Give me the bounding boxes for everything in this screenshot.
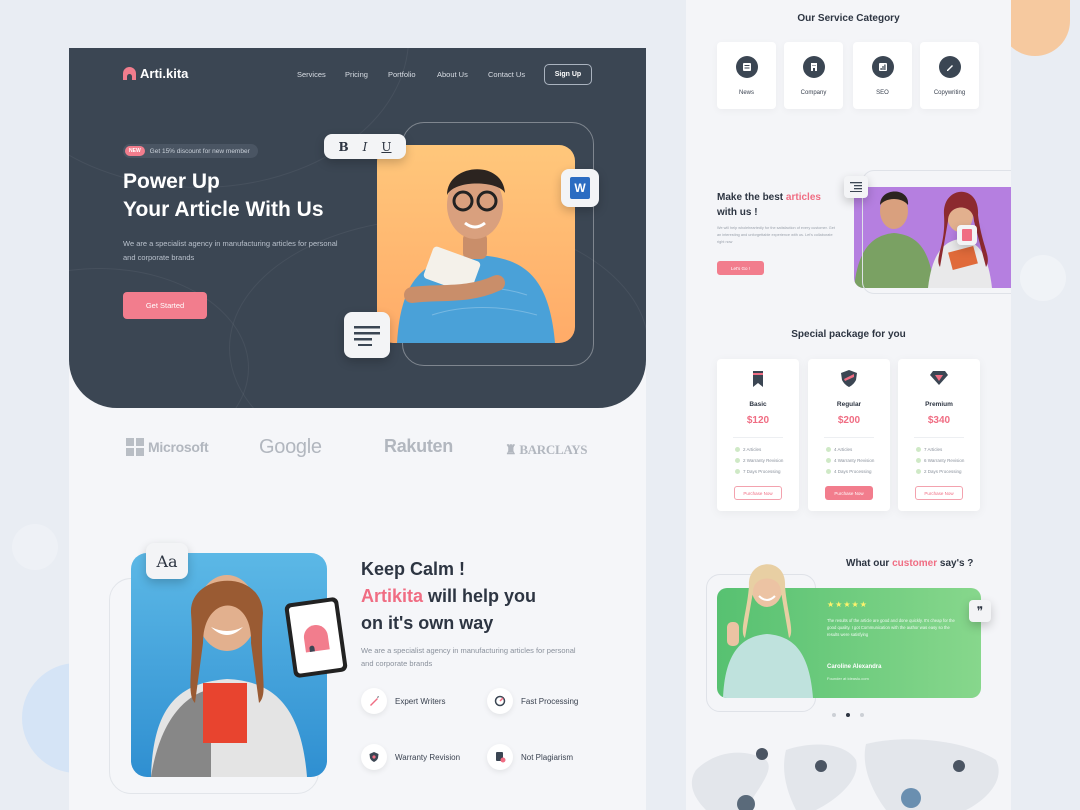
new-tag: NEW (125, 146, 145, 156)
bg-light-circle (12, 524, 58, 570)
testimonial-quote: The results of the article are good and … (827, 618, 955, 637)
brand-highlight: Artikita (361, 586, 424, 606)
nav-about-us[interactable]: About Us (437, 70, 468, 79)
text-align-icon (844, 176, 868, 198)
document-check-icon (487, 744, 513, 770)
customer-photo (717, 552, 817, 698)
feature-expert-writers: Expert Writers (361, 688, 446, 714)
nav-portfolio[interactable]: Portfolio (388, 70, 416, 79)
italic-button[interactable]: I (363, 140, 368, 154)
microsoft-logo-icon (126, 438, 144, 456)
purchase-basic-button[interactable]: Purchase Now (734, 486, 782, 500)
get-started-button[interactable]: Get Started (123, 292, 207, 319)
eagle-icon: ♜ (505, 442, 520, 457)
carousel-dot-2[interactable] (846, 713, 850, 717)
rating-stars: ★★★★★ (827, 600, 868, 609)
tablet-device (284, 596, 348, 679)
category-card-seo[interactable]: SEO (853, 42, 912, 109)
bg-ring (1020, 255, 1066, 301)
building-icon (802, 56, 825, 78)
testimonial-heading: What our customer say's ? (846, 558, 974, 569)
lets-go-button[interactable]: Let's Go ! (717, 261, 764, 275)
brand-rakuten: Rakuten (384, 436, 453, 456)
mobile-sections-artboard: Our Service Category News Company SEO Co… (686, 0, 1011, 810)
bookmark-icon (753, 371, 763, 387)
purchase-premium-button[interactable]: Purchase Now (915, 486, 963, 500)
package-card-regular: Regular $200 4 Articles 4 Warranty Revis… (808, 359, 890, 511)
pdf-file-icon (957, 225, 977, 245)
package-card-basic: Basic $120 2 Articles 2 Warranty Revisio… (717, 359, 799, 511)
purchase-regular-button[interactable]: Purchase Now (825, 486, 873, 500)
bold-button[interactable]: B (338, 140, 348, 154)
hero-title-line-1: Power Up (123, 170, 220, 193)
shield-icon (361, 744, 387, 770)
hero-decor-line (69, 48, 409, 188)
promo-badge: NEW Get 15% discount for new member (123, 144, 258, 158)
brand-microsoft: Microsoft (126, 438, 209, 456)
category-card-company[interactable]: Company (784, 42, 843, 109)
brand-logo[interactable]: Arti.kita (123, 66, 188, 81)
nav-services[interactable]: Services (297, 70, 326, 79)
hero-photo (377, 145, 575, 343)
word-doc-icon: W (561, 169, 599, 207)
diamond-icon (930, 371, 948, 385)
hero-description: We are a specialist agency in manufactur… (123, 239, 338, 262)
customer-name: Caroline Alexandra (827, 664, 882, 670)
landing-page-artboard: Arti.kita Services Pricing Portfolio Abo… (69, 48, 646, 810)
app-logo-icon (302, 622, 330, 653)
paragraph-icon (344, 312, 390, 358)
customer-role: Founder at ideaslu.com (827, 676, 869, 681)
keep-calm-heading: Keep Calm ! Artikita will help you on it… (361, 559, 537, 633)
man-writing-illustration (397, 169, 555, 343)
carousel-dot-3[interactable] (860, 713, 864, 717)
logo-mark-icon (123, 67, 136, 80)
hero-title-line-2: Your Article With Us (123, 198, 324, 221)
keep-calm-description: We are a specialist agency in manufactur… (361, 646, 576, 668)
pen-icon (361, 688, 387, 714)
service-category-title: Our Service Category (797, 13, 900, 24)
carousel-dots (832, 713, 864, 717)
brand-google: Google (259, 436, 322, 458)
nav-contact-us[interactable]: Contact Us (488, 70, 525, 79)
nav-pricing[interactable]: Pricing (345, 70, 368, 79)
feature-warranty-revision: Warranty Revision (361, 744, 460, 770)
make-best-heading: Make the best articles with us ! (717, 192, 821, 218)
feature-not-plagiarism: Not Plagiarism (487, 744, 573, 770)
make-best-description: We will help wholeheartedly for the sati… (717, 226, 835, 244)
category-card-news[interactable]: News (717, 42, 776, 109)
speed-icon (487, 688, 513, 714)
underline-button[interactable]: U (381, 140, 391, 154)
hero-section: Arti.kita Services Pricing Portfolio Abo… (69, 48, 646, 408)
news-icon (735, 56, 758, 78)
brand-barclays: ♜ BARCLAYS (505, 442, 588, 457)
feature-fast-processing: Fast Processing (487, 688, 578, 714)
promo-text: Get 15% discount for new member (149, 147, 250, 155)
special-package-title: Special package for you (791, 329, 906, 340)
category-card-copywriting[interactable]: Copywriting (920, 42, 979, 109)
hero-title: Power Up Your Article With Us (123, 168, 383, 224)
brand-name: Arti.kita (140, 66, 189, 81)
hero-decor-line (69, 268, 249, 408)
text-format-toolbar: B I U (324, 134, 406, 159)
quote-icon: ❞ (969, 600, 991, 622)
world-map (691, 739, 999, 810)
sign-up-button[interactable]: Sign Up (544, 64, 592, 85)
duo-photo-frame (862, 170, 1011, 294)
edit-icon (938, 56, 961, 78)
carousel-dot-1[interactable] (832, 713, 836, 717)
shield-badge-icon (841, 370, 857, 387)
seo-icon (871, 56, 894, 78)
package-card-premium: Premium $340 7 Articles 6 Warranty Revis… (898, 359, 980, 511)
font-style-badge: Aa (146, 543, 188, 579)
